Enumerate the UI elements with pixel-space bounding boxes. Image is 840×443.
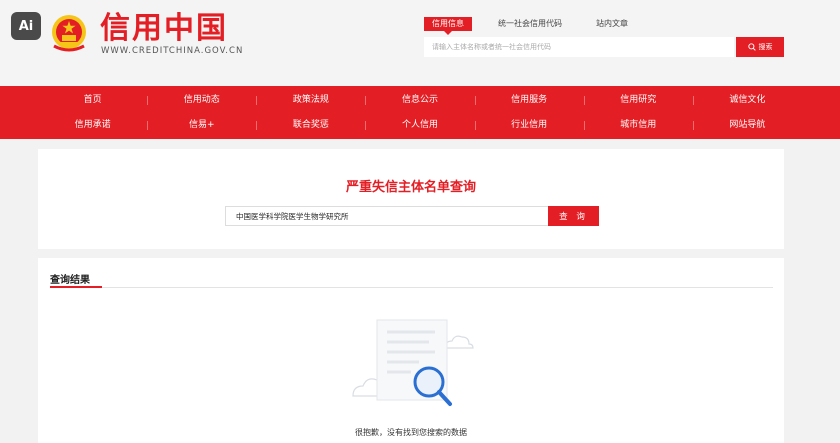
- top-search-button-label: 搜索: [758, 44, 773, 51]
- top-search-button[interactable]: 搜索: [736, 37, 784, 57]
- nav-row-1: 首页 信用动态 政策法规 信息公示 信用服务 信用研究 诚信文化: [38, 88, 802, 112]
- nav-item-xinyi-plus[interactable]: 信易+: [147, 113, 256, 137]
- nav-item-credit-research[interactable]: 信用研究: [583, 88, 693, 112]
- results-divider: [50, 287, 773, 288]
- query-panel: 严重失信主体名单查询 查 询: [38, 149, 784, 249]
- query-title: 严重失信主体名单查询: [345, 180, 476, 195]
- site-logo-title[interactable]: 信用中国: [100, 12, 228, 46]
- nav-item-credit-commitment[interactable]: 信用承诺: [38, 113, 147, 137]
- tab-credit-info[interactable]: 信用信息: [424, 17, 472, 35]
- ai-badge[interactable]: Ai: [11, 12, 41, 40]
- query-button[interactable]: 查 询: [548, 206, 599, 226]
- nav-item-publicity[interactable]: 信息公示: [365, 88, 474, 112]
- main-nav: 首页 信用动态 政策法规 信息公示 信用服务 信用研究 诚信文化 信用承诺 信易…: [0, 86, 840, 139]
- results-divider-accent: [50, 286, 102, 288]
- site-header: Ai 信用中国 WWW.CREDITCHINA.GOV.CN 信用信息 统一社会…: [0, 0, 840, 86]
- site-logo-url: WWW.CREDITCHINA.GOV.CN: [101, 46, 244, 56]
- nav-row-2: 信用承诺 信易+ 联合奖惩 个人信用 行业信用 城市信用 网站导航: [38, 113, 802, 137]
- search-tabs: 信用信息 统一社会信用代码 站内文章: [424, 17, 654, 35]
- nav-item-site-map[interactable]: 网站导航: [692, 113, 802, 137]
- nav-item-industry-credit[interactable]: 行业信用: [474, 113, 584, 137]
- national-emblem-icon[interactable]: [48, 12, 90, 54]
- results-panel: 查询结果 很抱歉，没有找到您搜索的数据: [38, 258, 784, 443]
- nav-item-credit-news[interactable]: 信用动态: [147, 88, 256, 112]
- tab-site-articles[interactable]: 站内文章: [588, 17, 636, 31]
- nav-item-home[interactable]: 首页: [38, 88, 147, 112]
- nav-item-credit-services[interactable]: 信用服务: [474, 88, 584, 112]
- results-title: 查询结果: [50, 275, 90, 286]
- nav-item-joint-rewards[interactable]: 联合奖惩: [256, 113, 365, 137]
- no-data-illustration-icon: [352, 319, 474, 406]
- query-input[interactable]: [225, 206, 549, 226]
- tab-credit-code[interactable]: 统一社会信用代码: [490, 17, 570, 31]
- top-search-input[interactable]: [424, 37, 734, 57]
- empty-result-text: 很抱歉，没有找到您搜索的数据: [355, 428, 467, 437]
- search-icon: [747, 43, 756, 51]
- nav-item-policies[interactable]: 政策法规: [256, 88, 365, 112]
- nav-item-personal-credit[interactable]: 个人信用: [365, 113, 474, 137]
- nav-item-city-credit[interactable]: 城市信用: [583, 113, 693, 137]
- nav-item-integrity-culture[interactable]: 诚信文化: [692, 88, 802, 112]
